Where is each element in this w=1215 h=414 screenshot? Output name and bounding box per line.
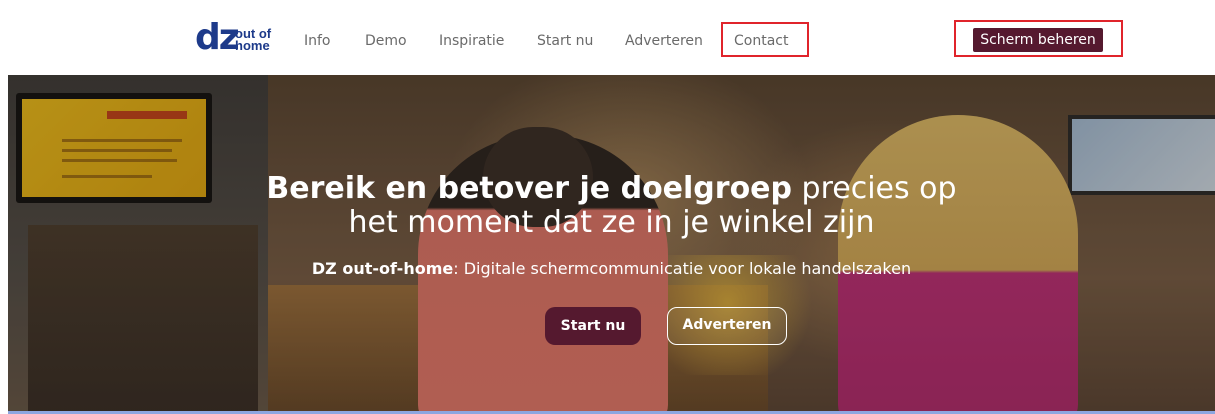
nav-demo[interactable]: Demo [365, 32, 407, 50]
nav-inspiratie[interactable]: Inspiratie [439, 32, 504, 50]
hero-overlay [8, 75, 1215, 414]
adverteren-button[interactable]: Adverteren [667, 307, 787, 345]
start-nu-button[interactable]: Start nu [545, 307, 641, 345]
hero-subtitle: DZ out-of-home: Digitale schermcommunica… [8, 259, 1215, 279]
hero-subtitle-rest: : Digitale schermcommunicatie voor lokal… [453, 259, 912, 278]
logo-out-of-home-text: out of home [235, 26, 272, 53]
hero-title-line2: het moment dat ze in je winkel zijn [348, 205, 875, 240]
manage-highlight-box [954, 20, 1123, 57]
nav-info[interactable]: Info [304, 32, 331, 50]
site-header: dz out of home Info Demo Inspiratie Start… [0, 0, 1215, 75]
hero-title-rest: precies op [792, 171, 957, 206]
nav-start-nu[interactable]: Start nu [537, 32, 593, 50]
logo-dz-text: dz [195, 17, 240, 58]
hero-title-bold: Bereik en betover je doelgroep [266, 171, 793, 206]
contact-highlight-box [721, 22, 809, 57]
dz-out-of-home-logo[interactable]: dz out of home [195, 20, 275, 56]
hero-title: Bereik en betover je doelgroep precies o… [8, 172, 1215, 240]
hero-subtitle-bold: DZ out-of-home [311, 259, 454, 278]
hero-banner: Bereik en betover je doelgroep precies o… [8, 75, 1215, 414]
nav-adverteren[interactable]: Adverteren [625, 32, 703, 50]
